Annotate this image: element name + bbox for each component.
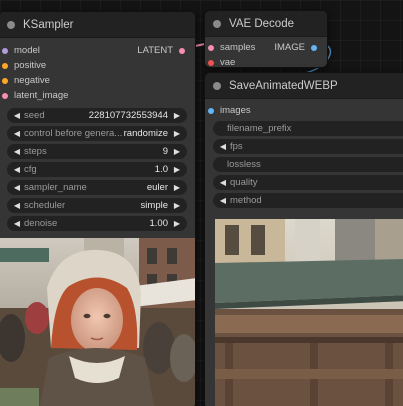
model-slot-icon[interactable]	[2, 47, 8, 54]
right-arrow-icon[interactable]: ▶	[172, 165, 182, 174]
widget-label: method	[230, 195, 262, 206]
widget-label: scheduler	[24, 200, 66, 211]
input-latent-image[interactable]: latent_image	[0, 88, 195, 103]
input-model[interactable]: model LATENT	[0, 43, 195, 58]
widget-value: 9	[162, 146, 168, 157]
widget-label: filename_prefix	[227, 123, 292, 134]
input-positive-label: positive	[14, 60, 47, 71]
widget-filename-prefix[interactable]: filename_prefix	[213, 121, 403, 136]
input-positive[interactable]: positive	[0, 58, 195, 73]
widget-scheduler[interactable]: ◀ scheduler simple ▶	[7, 198, 187, 213]
input-images[interactable]: images	[205, 103, 403, 118]
widget-quality[interactable]: ◀ quality	[213, 175, 403, 190]
widget-method[interactable]: ◀ method	[213, 193, 403, 208]
widget-label: control before genera...	[24, 128, 123, 139]
widget-value: simple	[140, 200, 168, 211]
right-arrow-icon[interactable]: ▶	[172, 219, 182, 228]
vae-decode-header[interactable]: VAE Decode	[205, 11, 327, 37]
left-arrow-icon[interactable]: ◀	[12, 165, 22, 174]
preview-image	[0, 238, 195, 406]
save-webp-header[interactable]: SaveAnimatedWEBP	[205, 73, 403, 99]
negative-slot-icon[interactable]	[2, 77, 8, 84]
left-arrow-icon[interactable]: ◀	[12, 111, 22, 120]
ksampler-node[interactable]: KSampler model LATENT positive negative …	[0, 11, 196, 406]
left-arrow-icon[interactable]: ◀	[218, 142, 228, 151]
images-slot-icon[interactable]	[208, 107, 214, 114]
left-arrow-icon[interactable]: ◀	[12, 201, 22, 210]
vae-decode-title: VAE Decode	[229, 17, 294, 30]
input-negative-label: negative	[14, 75, 50, 86]
widget-label: lossless	[227, 159, 261, 170]
latent-image-slot-icon[interactable]	[2, 92, 8, 99]
right-arrow-icon[interactable]: ▶	[172, 111, 182, 120]
collapse-dot-icon[interactable]	[7, 20, 15, 29]
output-preview-image	[215, 219, 403, 406]
output-image-label: IMAGE	[274, 42, 305, 53]
collapse-dot-icon[interactable]	[213, 81, 221, 90]
left-arrow-icon[interactable]: ◀	[218, 178, 228, 187]
widget-sampler-name[interactable]: ◀ sampler_name euler ▶	[7, 180, 187, 195]
widget-cfg[interactable]: ◀ cfg 1.0 ▶	[7, 162, 187, 177]
vae-decode-node[interactable]: VAE Decode samples IMAGE vae	[204, 10, 328, 68]
left-arrow-icon[interactable]: ◀	[218, 196, 228, 205]
right-arrow-icon[interactable]: ▶	[172, 147, 182, 156]
widget-value: 228107732553944	[88, 110, 168, 121]
ksampler-title: KSampler	[23, 18, 74, 31]
left-arrow-icon[interactable]: ◀	[12, 147, 22, 156]
input-negative[interactable]: negative	[0, 73, 195, 88]
save-animated-webp-node[interactable]: SaveAnimatedWEBP images filename_prefix …	[204, 72, 403, 406]
widget-label: cfg	[24, 164, 37, 175]
widget-denoise[interactable]: ◀ denoise 1.00 ▶	[7, 216, 187, 231]
input-vae-label: vae	[220, 57, 236, 68]
widget-label: quality	[230, 177, 258, 188]
ksampler-header[interactable]: KSampler	[0, 12, 195, 38]
positive-slot-icon[interactable]	[2, 62, 8, 69]
output-latent[interactable]: LATENT	[137, 45, 191, 56]
widget-label: seed	[24, 110, 45, 121]
widget-seed[interactable]: ◀ seed 228107732553944 ▶	[7, 108, 187, 123]
collapse-dot-icon[interactable]	[213, 19, 221, 28]
widget-fps[interactable]: ◀ fps	[213, 139, 403, 154]
widget-value: 1.0	[154, 164, 168, 175]
image-slot-icon[interactable]	[311, 44, 317, 51]
widget-label: fps	[230, 141, 243, 152]
right-arrow-icon[interactable]: ▶	[172, 201, 182, 210]
output-latent-label: LATENT	[137, 45, 173, 56]
input-vae[interactable]: vae	[205, 55, 327, 68]
output-image[interactable]: IMAGE	[274, 42, 323, 53]
widget-label: sampler_name	[24, 182, 87, 193]
input-images-label: images	[220, 105, 251, 116]
widget-value: randomize	[123, 128, 168, 139]
widget-lossless[interactable]: lossless	[213, 157, 403, 172]
widget-steps[interactable]: ◀ steps 9 ▶	[7, 144, 187, 159]
left-arrow-icon[interactable]: ◀	[12, 219, 22, 228]
input-latent-image-label: latent_image	[14, 90, 69, 101]
right-arrow-icon[interactable]: ▶	[172, 183, 182, 192]
input-samples-label: samples	[220, 42, 256, 53]
input-model-label: model	[14, 45, 40, 56]
left-arrow-icon[interactable]: ◀	[12, 183, 22, 192]
widget-value: 1.00	[149, 218, 169, 229]
widget-label: denoise	[24, 218, 58, 229]
input-samples[interactable]: samples IMAGE	[205, 40, 327, 55]
widget-value: euler	[146, 182, 168, 193]
widget-control-before-generate[interactable]: ◀ control before genera... randomize ▶	[7, 126, 187, 141]
widget-label: steps	[24, 146, 47, 157]
save-webp-title: SaveAnimatedWEBP	[229, 79, 338, 92]
right-arrow-icon[interactable]: ▶	[172, 129, 182, 138]
latent-slot-icon[interactable]	[179, 47, 185, 54]
samples-slot-icon[interactable]	[208, 44, 214, 51]
vae-slot-icon[interactable]	[208, 59, 214, 66]
left-arrow-icon[interactable]: ◀	[12, 129, 22, 138]
